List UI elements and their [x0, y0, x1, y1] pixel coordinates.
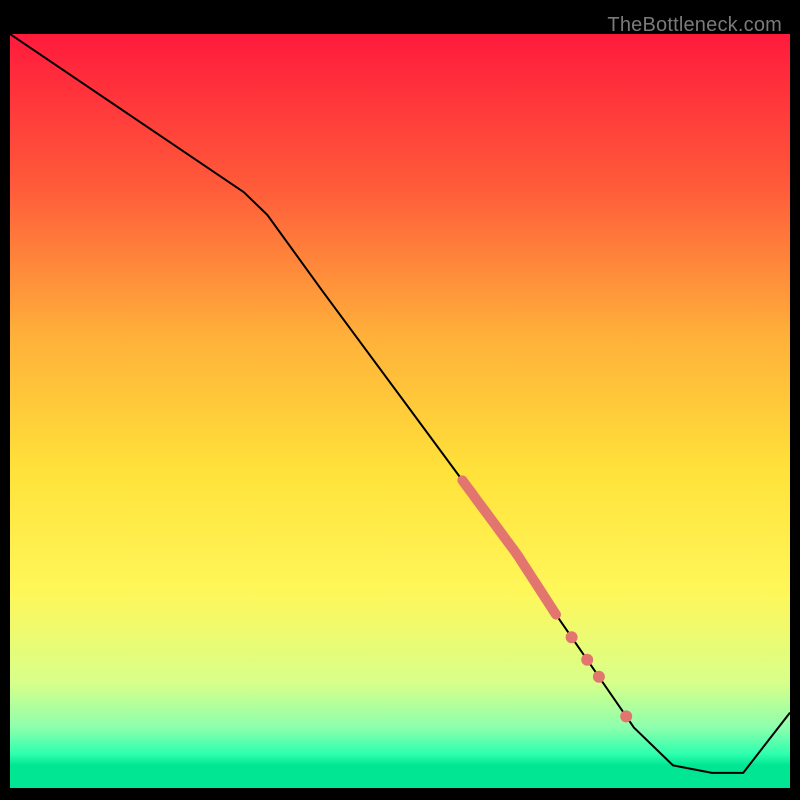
chart-frame: TheBottleneck.com — [10, 10, 790, 790]
plot-area — [10, 34, 790, 788]
highlight-point — [581, 654, 593, 666]
chart-canvas — [10, 34, 790, 788]
gradient-background — [10, 34, 790, 788]
highlight-point — [620, 710, 632, 722]
highlight-point — [593, 671, 605, 683]
highlight-point — [566, 631, 578, 643]
